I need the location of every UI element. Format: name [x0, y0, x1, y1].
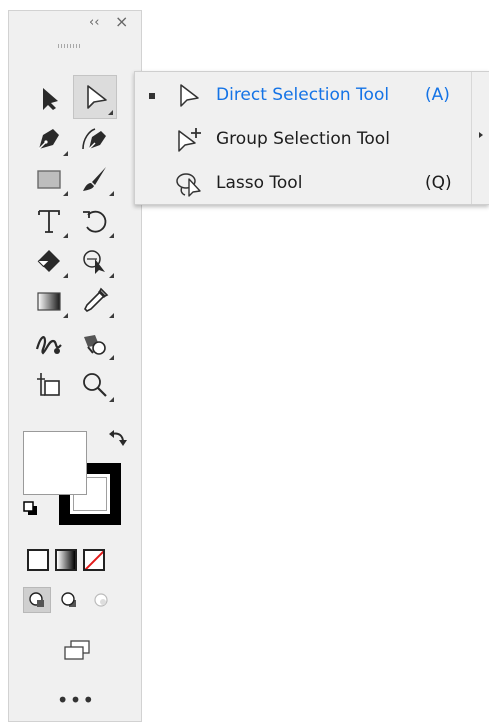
eyedropper-icon — [84, 287, 109, 312]
draw-behind-button[interactable] — [55, 587, 83, 613]
panel-grip-handle[interactable] — [58, 44, 82, 48]
menu-item-shortcut: (Q) — [425, 173, 452, 193]
brush-icon — [83, 167, 106, 191]
swap-fill-stroke-icon[interactable] — [107, 428, 129, 450]
menu-item-label: Group Selection Tool — [216, 129, 390, 149]
selected-bullet — [149, 93, 155, 99]
tool-group-indicator — [108, 110, 113, 115]
close-panel-button[interactable]: × — [115, 14, 128, 30]
rectangle-icon — [37, 170, 61, 189]
tool-group-indicator — [109, 397, 114, 402]
draw-inside-icon — [94, 593, 108, 607]
black-arrow-icon — [43, 88, 58, 110]
type-t-icon — [38, 210, 60, 233]
change-screen-mode-icon[interactable] — [59, 637, 95, 665]
menu-item-group-selection[interactable]: Group Selection Tool — [135, 118, 471, 162]
gradient-icon — [37, 292, 61, 311]
type-tool[interactable] — [27, 201, 71, 241]
zoom-tool[interactable] — [73, 365, 117, 405]
artboard-icon — [37, 373, 60, 396]
draw-normal-button[interactable] — [23, 587, 51, 613]
direct-selection-icon — [180, 84, 199, 107]
edit-toolbar-button[interactable]: ••• — [54, 690, 98, 714]
tool-group-indicator — [109, 191, 114, 196]
tool-group-indicator — [109, 273, 114, 278]
live-paint-icon — [84, 335, 106, 355]
draw-inside-button[interactable] — [87, 587, 115, 613]
menu-item-lasso[interactable]: Lasso Tool (Q) — [135, 162, 471, 206]
none-mode-button[interactable] — [83, 549, 105, 571]
fill-color-swatch[interactable] — [23, 431, 87, 495]
gradient-tool[interactable] — [27, 281, 71, 321]
menu-item-label: Direct Selection Tool — [216, 85, 390, 105]
menu-item-direct-selection[interactable]: Direct Selection Tool (A) — [135, 74, 471, 118]
pen-icon — [38, 129, 59, 150]
collapse-panel-button[interactable]: ‹‹ — [89, 16, 99, 29]
selection-tools-flyout: Direct Selection Tool (A) Group Selectio… — [134, 71, 489, 205]
tearoff-arrow-icon[interactable] — [479, 132, 483, 138]
tool-group-indicator — [109, 355, 114, 360]
shape-builder-icon — [83, 250, 105, 274]
curvature-pen-icon — [82, 128, 106, 150]
rotate-icon — [83, 210, 107, 233]
blend-icon — [35, 336, 62, 355]
pen-tool[interactable] — [27, 119, 71, 159]
artboard-tool[interactable] — [27, 365, 71, 405]
blend-tool[interactable] — [27, 323, 71, 363]
eyedropper-tool[interactable] — [73, 281, 117, 321]
live-paint-bucket-tool[interactable] — [73, 323, 117, 363]
default-fill-stroke-icon[interactable] — [23, 501, 39, 517]
tool-group-indicator — [63, 273, 68, 278]
draw-behind-icon — [61, 592, 76, 607]
tools-panel: ‹‹ × ••• — [8, 10, 142, 722]
tool-group-indicator — [109, 233, 114, 238]
magnifier-icon — [83, 373, 107, 397]
selection-tool[interactable] — [27, 79, 71, 119]
tool-group-indicator — [63, 233, 68, 238]
eraser-icon — [37, 250, 60, 272]
eraser-tool[interactable] — [27, 241, 71, 281]
menu-item-label: Lasso Tool — [216, 173, 303, 193]
paintbrush-tool[interactable] — [73, 159, 117, 199]
tool-group-indicator — [109, 313, 114, 318]
lasso-icon — [176, 173, 201, 197]
shape-builder-tool[interactable] — [73, 241, 117, 281]
tool-group-indicator — [63, 313, 68, 318]
tearoff-divider — [471, 72, 472, 204]
color-mode-button[interactable] — [27, 549, 49, 571]
rectangle-tool[interactable] — [27, 159, 71, 199]
draw-normal-icon — [29, 592, 44, 607]
gradient-mode-button[interactable] — [55, 549, 77, 571]
white-arrow-icon — [87, 85, 107, 109]
tool-group-indicator — [63, 191, 68, 196]
group-selection-icon — [178, 128, 201, 152]
panel-header: ‹‹ × — [9, 11, 141, 35]
rotate-tool[interactable] — [73, 201, 117, 241]
menu-item-shortcut: (A) — [425, 85, 450, 105]
direct-selection-tool[interactable] — [73, 75, 117, 119]
tool-group-indicator — [63, 151, 68, 156]
curvature-tool[interactable] — [73, 119, 117, 159]
